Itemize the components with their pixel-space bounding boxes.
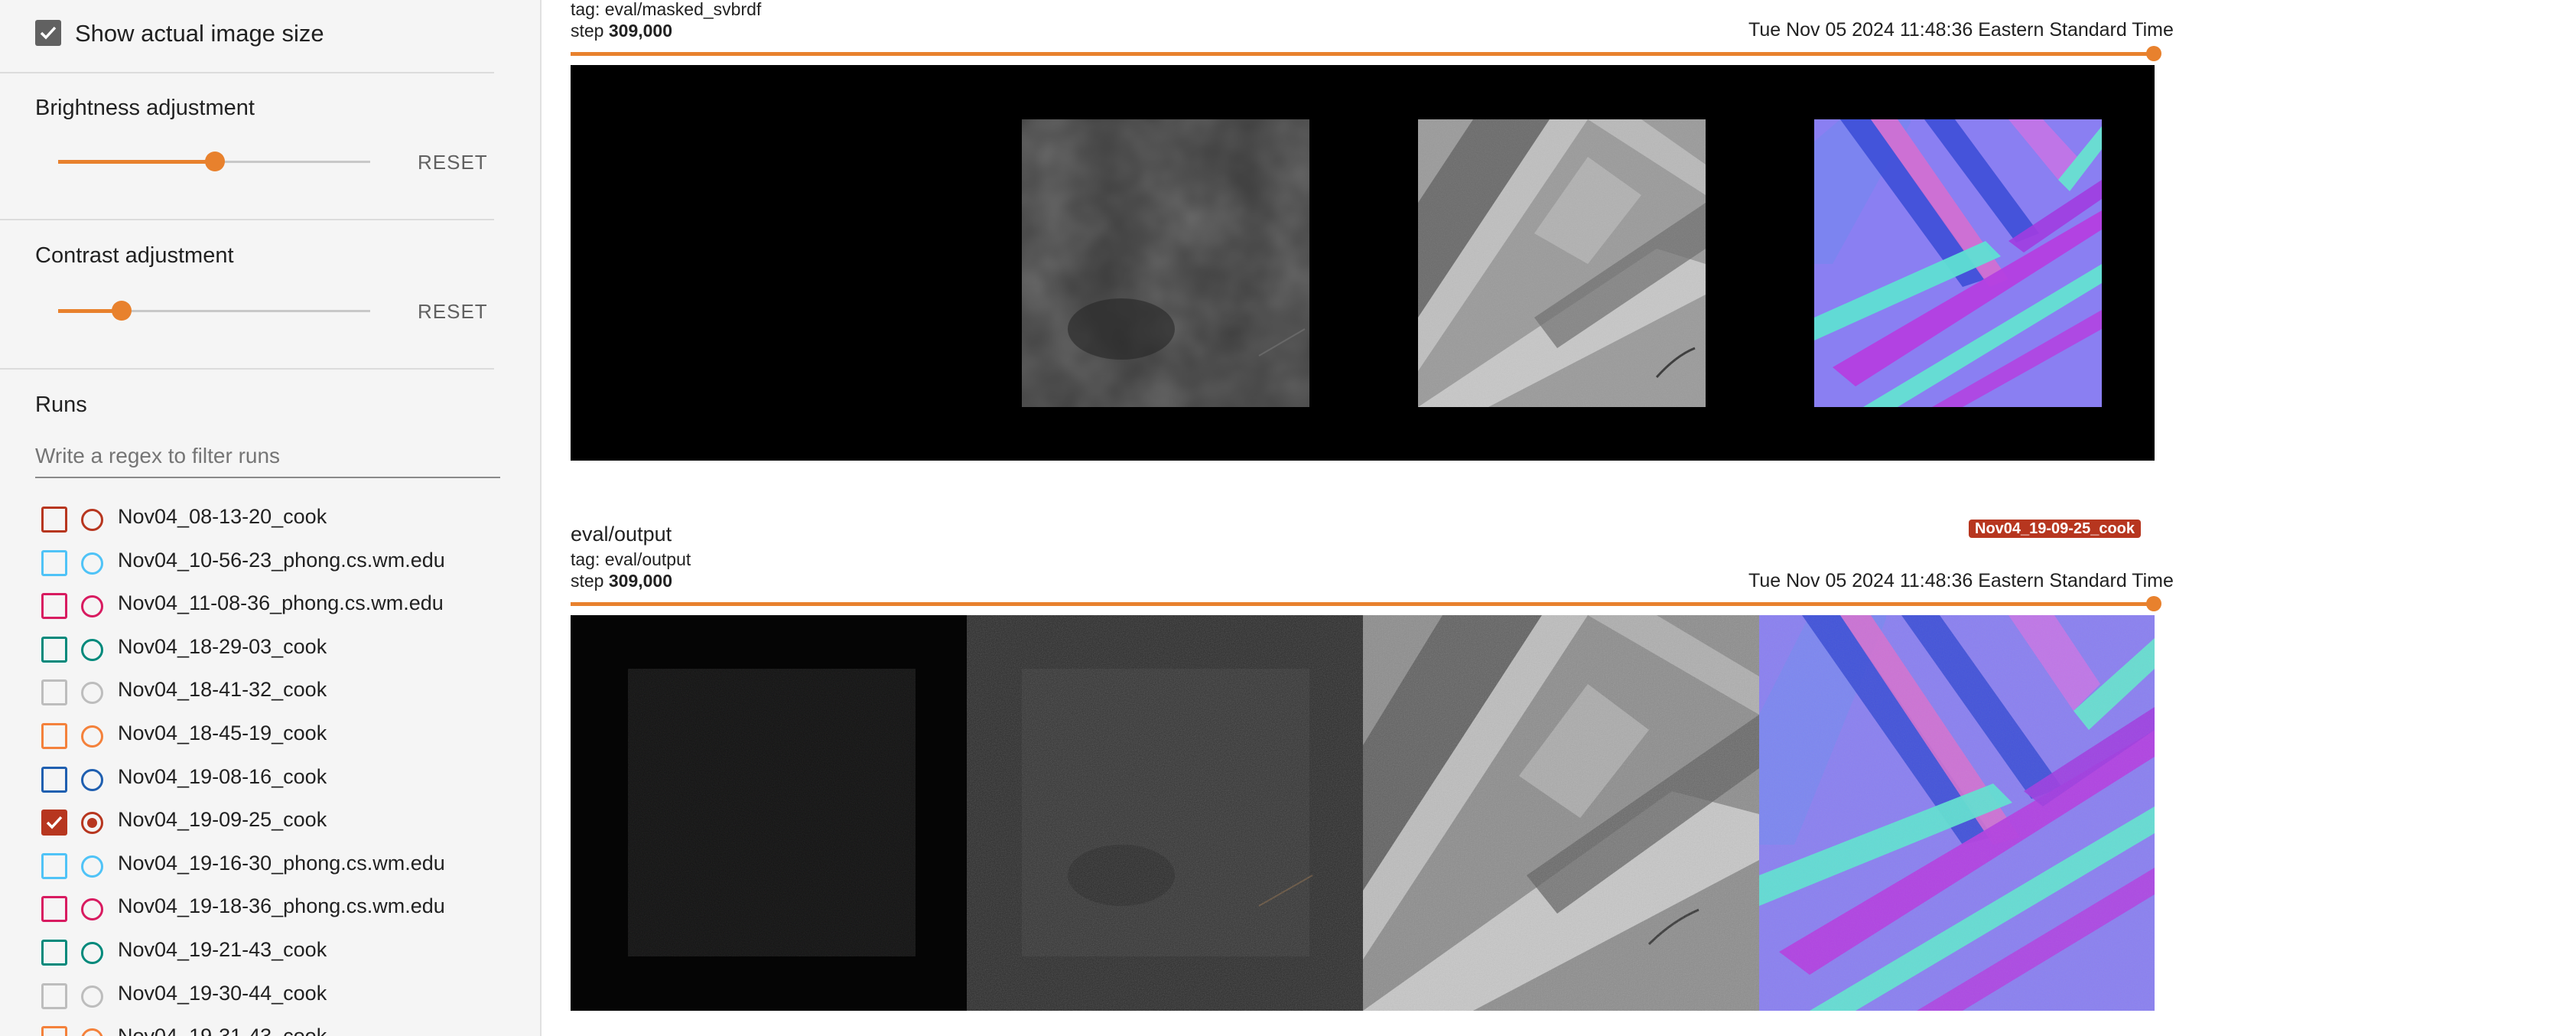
contrast-title: Contrast adjustment [35,243,234,268]
run-label: Nov04_11-08-36_phong.cs.wm.edu [118,591,444,615]
show-actual-size-label: Show actual image size [75,20,324,47]
sidebar: Show actual image size Brightness adjust… [0,0,542,1036]
run-checkbox[interactable] [41,852,67,879]
run-color-radio[interactable] [81,509,103,531]
run-filter-input[interactable]: Write a regex to filter runs [35,444,280,468]
run-color-radio[interactable] [81,638,103,661]
run-checkbox[interactable] [41,1026,67,1036]
card-title: eval/output [571,523,672,546]
brightness-title: Brightness adjustment [35,96,255,120]
run-checkbox[interactable] [41,679,67,706]
run-checkbox[interactable] [41,507,67,533]
run-checkbox[interactable] [41,549,67,576]
divider [0,219,494,220]
run-label: Nov04_19-18-36_phong.cs.wm.edu [118,894,445,918]
run-checkbox[interactable] [41,723,67,749]
runs-title: Runs [35,393,87,417]
run-filter-underline [35,477,500,478]
card-step: step 309,000 [571,571,673,591]
radio-dot [87,818,97,829]
run-item[interactable]: Nov04_08-13-20_cook [0,497,535,540]
run-color-radio[interactable] [81,595,103,618]
run-checkbox[interactable] [41,636,67,663]
run-item[interactable]: Nov04_19-09-25_cook [0,800,535,843]
run-label: Nov04_19-09-25_cook [118,808,327,832]
run-checkbox[interactable] [41,766,67,793]
show-actual-size-checkbox[interactable] [35,20,61,46]
run-label: Nov04_18-29-03_cook [118,634,327,658]
run-label: Nov04_19-31-43_cook [118,1025,327,1036]
run-item[interactable]: Nov04_11-08-36_phong.cs.wm.edu [0,584,535,627]
checkmark-icon [46,816,63,829]
run-checkbox[interactable] [41,982,67,1009]
image-masked-svbrdf [571,65,2155,461]
run-item[interactable]: Nov04_18-45-19_cook [0,714,535,757]
run-item[interactable]: Nov04_19-08-16_cook [0,757,535,800]
run-item[interactable]: Nov04_18-29-03_cook [0,627,535,670]
card-tag: tag: eval/masked_svbrdf [571,0,762,19]
run-label: Nov04_19-30-44_cook [118,981,327,1005]
run-color-radio[interactable] [81,725,103,748]
run-color-radio[interactable] [81,942,103,964]
run-label: Nov04_10-56-23_phong.cs.wm.edu [118,548,445,572]
run-color-radio[interactable] [81,855,103,878]
step-slider[interactable] [571,52,2154,56]
image-output [571,615,2155,1011]
card-timestamp: Tue Nov 05 2024 11:48:36 Eastern Standar… [1748,570,2174,591]
run-color-radio[interactable] [81,898,103,921]
step-slider-thumb[interactable] [2146,596,2161,611]
run-label: Nov04_19-16-30_phong.cs.wm.edu [118,851,445,875]
run-label: Nov04_19-21-43_cook [118,938,327,961]
run-item[interactable]: Nov04_19-21-43_cook [0,930,535,973]
run-item[interactable]: Nov04_19-16-30_phong.cs.wm.edu [0,844,535,887]
divider [0,72,494,73]
run-label: Nov04_18-45-19_cook [118,722,327,744]
divider [0,368,494,370]
run-badge: Nov04_19-09-25_cook [1969,520,2142,538]
run-color-radio[interactable] [81,812,103,835]
brightness-slider-thumb[interactable] [205,151,225,171]
run-item[interactable]: Nov04_18-41-32_cook [0,670,535,713]
run-label: Nov04_18-41-32_cook [118,678,327,702]
brightness-reset-button[interactable]: RESET [418,151,488,174]
run-color-radio[interactable] [81,682,103,705]
run-color-radio[interactable] [81,985,103,1008]
card-timestamp: Tue Nov 05 2024 11:48:36 Eastern Standar… [1748,19,2174,41]
run-color-radio[interactable] [81,1028,103,1036]
step-slider-thumb[interactable] [2146,46,2161,61]
run-checkbox[interactable] [41,810,67,836]
card-step: step 309,000 [571,21,673,41]
run-label: Nov04_08-13-20_cook [118,505,327,528]
run-item[interactable]: Nov04_19-18-36_phong.cs.wm.edu [0,887,535,930]
contrast-slider-thumb[interactable] [112,301,132,321]
checkmark-icon [40,26,57,40]
run-checkbox[interactable] [41,593,67,620]
card-tag: tag: eval/output [571,549,691,569]
step-slider[interactable] [571,602,2154,606]
run-item[interactable]: Nov04_19-30-44_cook [0,974,535,1017]
run-checkbox[interactable] [41,940,67,966]
contrast-reset-button[interactable]: RESET [418,300,488,324]
run-item[interactable]: Nov04_10-56-23_phong.cs.wm.edu [0,541,535,584]
run-color-radio[interactable] [81,768,103,791]
run-label: Nov04_19-08-16_cook [118,764,327,788]
run-item[interactable]: Nov04_19-31-43_cook [0,1017,535,1036]
run-color-radio[interactable] [81,552,103,575]
run-checkbox[interactable] [41,896,67,923]
